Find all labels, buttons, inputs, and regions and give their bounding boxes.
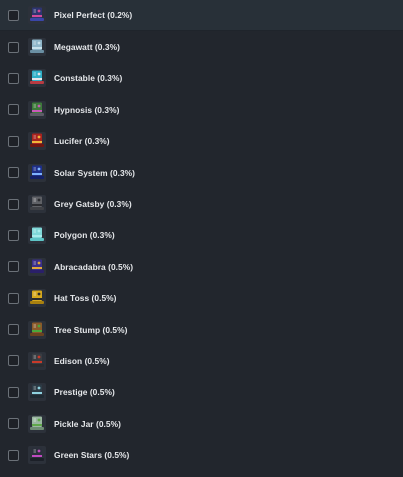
prestige-hat-icon — [27, 382, 47, 402]
hat-label: Hat Toss (0.5%) — [54, 293, 117, 304]
megawatt-hat-icon — [27, 37, 47, 57]
hat-label: Green Stars (0.5%) — [54, 450, 130, 461]
hat-label: Megawatt (0.3%) — [54, 42, 120, 53]
hat-list: Pixel Perfect (0.2%) Megawatt (0.3%) Const… — [0, 0, 403, 477]
hat-label: Constable (0.3%) — [54, 73, 123, 84]
hat-label: Edison (0.5%) — [54, 355, 110, 366]
hat-list-item[interactable]: Hypnosis (0.3%) — [0, 94, 403, 125]
grey-gatsby-hat-icon — [27, 194, 47, 214]
hat-list-item[interactable]: Megawatt (0.3%) — [0, 31, 403, 62]
hat-checkbox[interactable] — [8, 418, 19, 430]
hat-list-item[interactable]: Lucifer (0.3%) — [0, 126, 403, 157]
hat-label: Solar System (0.3%) — [54, 167, 136, 178]
hat-checkbox[interactable] — [8, 198, 19, 210]
hat-list-item[interactable]: Edison (0.5%) — [0, 345, 403, 376]
constable-hat-icon — [27, 68, 47, 88]
hat-list-item[interactable]: Constable (0.3%) — [0, 63, 403, 94]
hat-label: Pickle Jar (0.5%) — [54, 418, 121, 429]
hat-list-item[interactable]: Hat Toss (0.5%) — [0, 283, 403, 314]
hat-list-item[interactable]: Polygon (0.3%) — [0, 220, 403, 251]
hat-label: Pixel Perfect (0.2%) — [54, 10, 133, 21]
hat-label: Prestige (0.5%) — [54, 387, 115, 398]
hat-checkbox[interactable] — [8, 9, 19, 21]
hat-label: Polygon (0.3%) — [54, 230, 115, 241]
polygon-hat-icon — [27, 225, 47, 245]
green-stars-hat-icon — [27, 445, 47, 465]
pixel-perfect-hat-icon — [27, 5, 47, 25]
hat-toss-hat-icon — [27, 288, 47, 308]
hat-list-item[interactable]: Tree Stump (0.5%) — [0, 314, 403, 345]
edison-hat-icon — [27, 351, 47, 371]
hat-label: Grey Gatsby (0.3%) — [54, 199, 132, 210]
hat-label: Abracadabra (0.5%) — [54, 261, 134, 272]
hat-checkbox[interactable] — [8, 135, 19, 147]
hat-checkbox[interactable] — [8, 261, 19, 273]
hat-checkbox[interactable] — [8, 386, 19, 398]
hat-checkbox[interactable] — [8, 72, 19, 84]
hat-list-item[interactable]: Pickle Jar (0.5%) — [0, 408, 403, 439]
hat-label: Hypnosis (0.3%) — [54, 104, 120, 115]
hat-checkbox[interactable] — [8, 292, 19, 304]
hat-checkbox[interactable] — [8, 104, 19, 116]
solar-system-hat-icon — [27, 163, 47, 183]
hat-list-item[interactable]: Pixel Perfect (0.2%) — [0, 0, 403, 32]
hat-list-item[interactable]: Solar System (0.3%) — [0, 157, 403, 188]
hat-list-item[interactable]: Prestige (0.5%) — [0, 377, 403, 408]
hypnosis-hat-icon — [27, 100, 47, 120]
hat-checkbox[interactable] — [8, 324, 19, 336]
hat-list-item[interactable]: Abracadabra (0.5%) — [0, 251, 403, 282]
hat-label: Tree Stump (0.5%) — [54, 324, 128, 335]
hat-list-item[interactable]: Grey Gatsby (0.3%) — [0, 188, 403, 219]
hat-checkbox[interactable] — [8, 41, 19, 53]
abracadabra-hat-icon — [27, 257, 47, 277]
hat-checkbox[interactable] — [8, 229, 19, 241]
hat-list-item[interactable]: Green Stars (0.5%) — [0, 439, 403, 470]
hat-checkbox[interactable] — [8, 355, 19, 367]
lucifer-hat-icon — [27, 131, 47, 151]
hat-label: Lucifer (0.3%) — [54, 136, 110, 147]
hat-checkbox[interactable] — [8, 167, 19, 179]
tree-stump-hat-icon — [27, 320, 47, 340]
pickle-jar-hat-icon — [27, 414, 47, 434]
hat-checkbox[interactable] — [8, 449, 19, 461]
